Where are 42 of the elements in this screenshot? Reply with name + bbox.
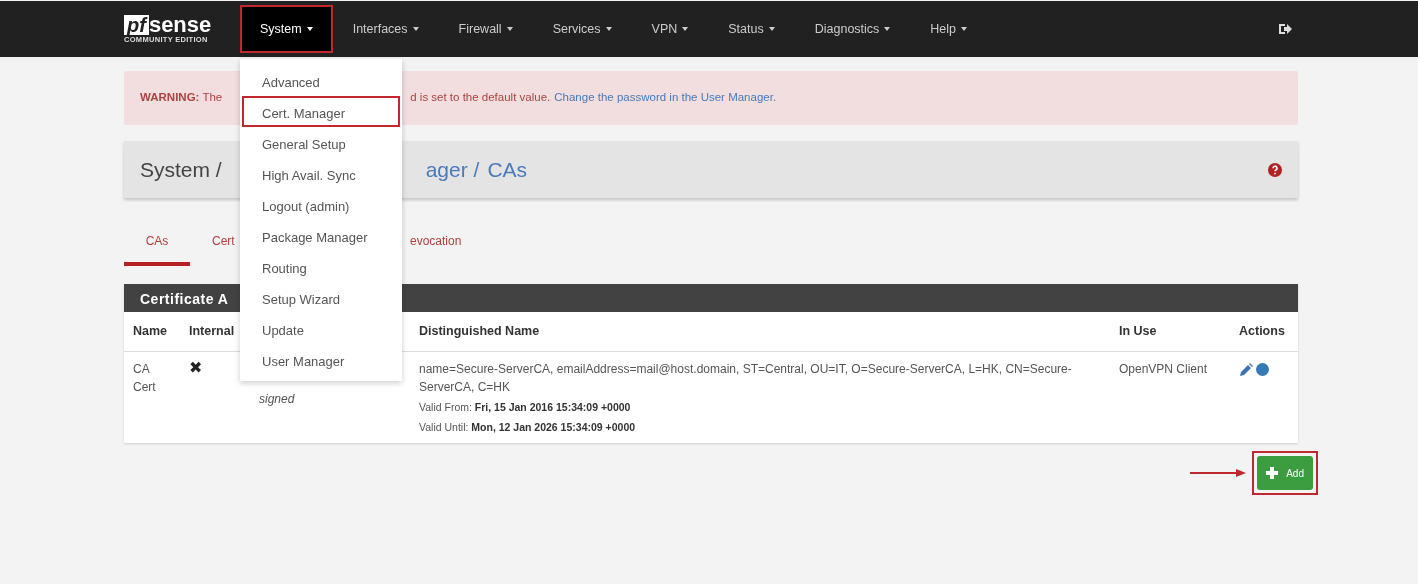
dropdown-item[interactable]: Routing	[242, 251, 400, 282]
circle-icon[interactable]	[1256, 363, 1269, 377]
table-cell-text: CA Cert	[133, 360, 157, 396]
cross-mark: ✖	[189, 358, 202, 376]
user-manager-link[interactable]: Change the password in the User Manager.	[554, 89, 777, 107]
breadcrumb-item: System /	[140, 156, 222, 183]
validity-text: Valid From: Fri, 15 Jan 2016 15:34:09 +0000	[419, 399, 632, 415]
dropdown-item[interactable]: High Avail. Sync	[242, 158, 400, 189]
tab[interactable]: Cert	[190, 228, 235, 266]
dropdown-item[interactable]: Cert. Manager	[242, 96, 400, 127]
dropdown-item[interactable]: General Setup	[242, 127, 400, 158]
logout-icon[interactable]	[1278, 22, 1292, 36]
nav-menu-item[interactable]: Help	[910, 4, 988, 54]
logo-text: sense	[148, 14, 212, 37]
alert-text: d is set to the default value.	[410, 90, 551, 106]
column-header: Name	[124, 312, 180, 352]
dropdown-item[interactable]: Package Manager	[242, 220, 400, 251]
pencil-icon[interactable]	[1239, 362, 1253, 377]
dropdown-item[interactable]: Logout (admin)	[242, 189, 400, 220]
dropdown-item[interactable]: Advanced	[242, 65, 400, 96]
breadcrumb-link[interactable]: ager /	[425, 153, 480, 186]
nav-menu-item[interactable]: System	[240, 4, 333, 54]
table-cell: OpenVPN Client	[1119, 361, 1208, 376]
nav-menu-item[interactable]: Services	[532, 4, 632, 54]
table-cell-text: signed	[259, 390, 296, 408]
column-header: Actions	[1230, 312, 1298, 352]
column-header: Distinguished Name	[410, 312, 1110, 352]
tab[interactable]: CAs	[124, 228, 190, 266]
column-header: In Use	[1110, 312, 1230, 352]
logo-mark: pf	[124, 15, 149, 36]
nav-menu-item[interactable]: Diagnostics	[794, 4, 911, 54]
dropdown-item[interactable]: Setup Wizard	[242, 282, 400, 313]
validity-text: Valid Until: Mon, 12 Jan 2026 15:34:09 +0000	[419, 419, 637, 435]
table-cell-text: name=Secure-ServerCA, emailAddress=mail@host.domain, ST=Central, OU=IT, O=Secure-ServerCA, L=HK, CN=Secure-ServerCA, C=HK	[419, 360, 1073, 396]
nav-menu-item[interactable]: VPN	[631, 4, 709, 54]
nav-menu-item[interactable]: Interfaces	[332, 4, 439, 54]
tab[interactable]: evocation	[402, 228, 469, 266]
help-icon[interactable]	[1268, 162, 1282, 177]
plus-icon	[1266, 467, 1279, 480]
alert-text: WARNING: The	[140, 90, 223, 106]
nav-menu-item[interactable]: Firewall	[438, 4, 533, 54]
nav-menu-item[interactable]: Status	[708, 4, 795, 54]
